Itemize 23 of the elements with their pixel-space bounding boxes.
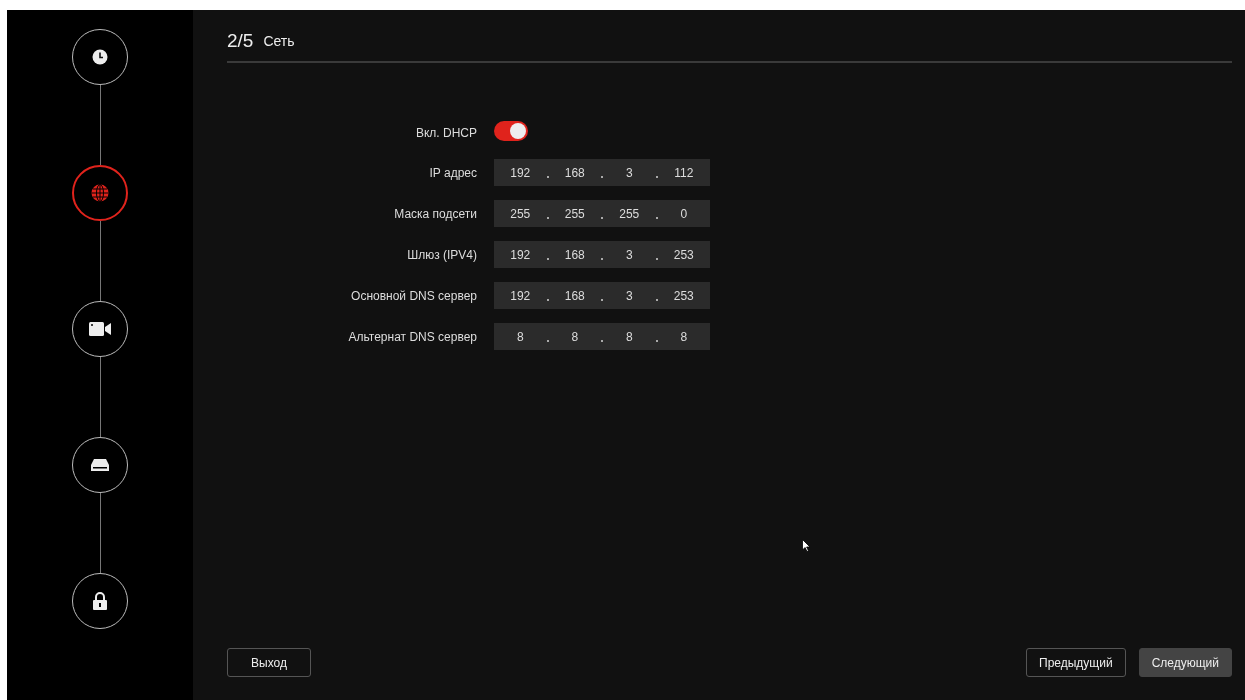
lock-icon <box>93 592 107 610</box>
ip-address-field[interactable]: 255 255 255 0 <box>494 200 710 227</box>
field-label: IP адрес <box>428 165 477 180</box>
exit-button[interactable]: Выход <box>227 648 311 677</box>
next-button[interactable]: Следующий <box>1138 648 1232 677</box>
ip-address-field[interactable]: 8 8 8 8 <box>494 323 710 350</box>
field-label: Альтернат DNS сервер <box>347 329 477 344</box>
globe-icon <box>91 184 109 202</box>
ip-address-field[interactable]: 192 168 3 253 <box>494 241 710 268</box>
step-counter: 2/5 <box>227 29 254 52</box>
previous-button[interactable]: Предыдущий <box>1026 648 1126 677</box>
ip-address-field[interactable]: 192 168 3 112 <box>494 159 710 186</box>
clock-icon <box>92 49 108 65</box>
field-label: Вкл. DHCP <box>414 126 477 140</box>
field-label: Шлюз (IPV4) <box>406 247 477 262</box>
ip-address-field[interactable]: 192 168 3 253 <box>494 282 710 309</box>
dhcp-toggle[interactable] <box>494 121 528 141</box>
field-label: Основной DNS сервер <box>350 288 477 303</box>
field-label: Маска подсети <box>393 206 477 221</box>
page-title: Сеть <box>263 32 295 49</box>
hard-drive-icon <box>91 459 109 471</box>
cursor-icon <box>802 539 811 552</box>
camera-icon <box>89 322 111 336</box>
